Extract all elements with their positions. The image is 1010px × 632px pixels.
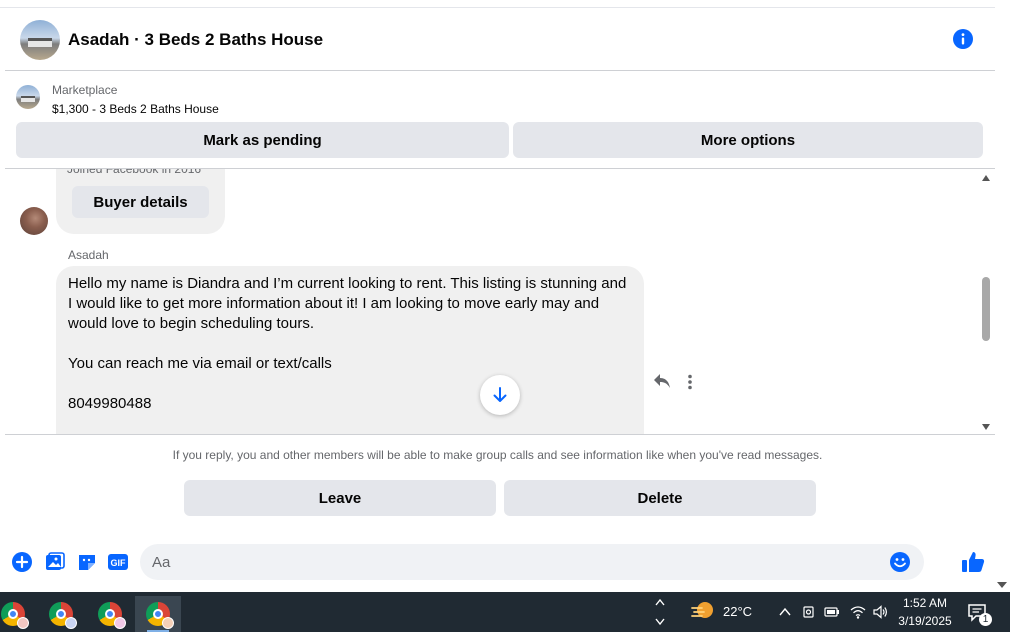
mark-as-pending-button[interactable]: Mark as pending — [16, 122, 509, 158]
message-bubble: Hello my name is Diandra and I’m current… — [56, 266, 644, 434]
scroll-to-bottom-button[interactable] — [480, 375, 520, 415]
message-composer: GIF Aa — [5, 542, 995, 582]
like-icon[interactable] — [961, 550, 985, 574]
chrome-icon — [98, 602, 126, 629]
meet-icon[interactable] — [801, 604, 817, 620]
reply-icon[interactable] — [653, 373, 671, 389]
buyer-joined-text: Joined Facebook in 2016 — [67, 168, 202, 176]
wifi-icon[interactable] — [850, 604, 866, 620]
taskbar-clock[interactable]: 1:52 AM 3/19/2025 — [893, 594, 957, 630]
weather-temperature[interactable]: 22°C — [723, 604, 752, 619]
listing-avatar[interactable] — [20, 19, 60, 60]
more-actions-icon[interactable] — [687, 374, 693, 390]
chrome-icon — [49, 602, 77, 629]
delete-button[interactable]: Delete — [504, 480, 816, 516]
marketplace-listing-info[interactable]: Marketplace $1,300 - 3 Beds 2 Baths Hous… — [16, 81, 219, 119]
marketplace-label: Marketplace — [52, 83, 118, 97]
buyer-avatar[interactable] — [20, 207, 48, 235]
message-line: I would like to get more information abo… — [68, 295, 600, 312]
taskbar-chrome-app[interactable] — [0, 596, 36, 632]
clock-time: 1:52 AM — [902, 596, 948, 610]
weather-icon[interactable] — [690, 600, 716, 622]
chevron-up-icon[interactable] — [777, 604, 793, 620]
clock-date: 3/19/2025 — [898, 614, 952, 628]
message-line: Hello my name is Diandra and I’m current… — [68, 275, 627, 292]
message-line: would love to begin scheduling tours. — [68, 315, 314, 332]
gif-icon[interactable]: GIF — [108, 552, 128, 572]
message-line: You can reach me via email or text/calls — [68, 355, 332, 372]
notification-center-button[interactable]: 1 — [966, 602, 992, 626]
photo-icon[interactable] — [45, 552, 65, 572]
sticker-icon[interactable] — [77, 552, 97, 572]
thread-scrollbar[interactable] — [979, 169, 993, 434]
more-options-button[interactable]: More options — [513, 122, 983, 158]
window-top-strip — [0, 0, 995, 8]
plus-icon[interactable] — [12, 552, 32, 572]
listing-thumbnail — [16, 85, 40, 109]
message-input-placeholder: Aa — [152, 553, 171, 571]
message-input[interactable]: Aa — [140, 544, 924, 580]
taskbar-chrome-app[interactable] — [38, 596, 84, 632]
chat-header: Asadah · 3 Beds 2 Baths House — [5, 9, 995, 71]
info-icon[interactable] — [953, 29, 973, 49]
chrome-icon — [1, 602, 29, 629]
group-reply-notice: If you reply, you and other members will… — [172, 448, 823, 462]
leave-button[interactable]: Leave — [184, 480, 496, 516]
chrome-icon — [146, 602, 174, 629]
battery-icon[interactable] — [824, 604, 840, 620]
taskbar-scroll-icon[interactable] — [654, 596, 666, 628]
notification-badge: 1 — [979, 613, 992, 626]
page-scrollbar[interactable] — [995, 0, 1010, 592]
message-sender-name: Asadah — [68, 248, 109, 262]
volume-icon[interactable] — [872, 604, 888, 620]
emoji-icon[interactable] — [890, 552, 910, 572]
listing-price-title: $1,300 - 3 Beds 2 Baths House — [52, 102, 219, 116]
taskbar-chrome-app-active[interactable] — [135, 596, 181, 632]
taskbar-chrome-app[interactable] — [87, 596, 133, 632]
svg-text:GIF: GIF — [111, 558, 127, 568]
message-thread[interactable]: Joined Facebook in 2016 Buyer details As… — [5, 168, 995, 435]
buyer-details-button[interactable]: Buyer details — [72, 186, 209, 218]
scrollbar-thumb[interactable] — [982, 277, 990, 341]
arrow-down-icon — [493, 387, 507, 402]
chat-title[interactable]: Asadah · 3 Beds 2 Baths House — [68, 30, 323, 50]
message-line: 8049980488 — [68, 395, 152, 412]
